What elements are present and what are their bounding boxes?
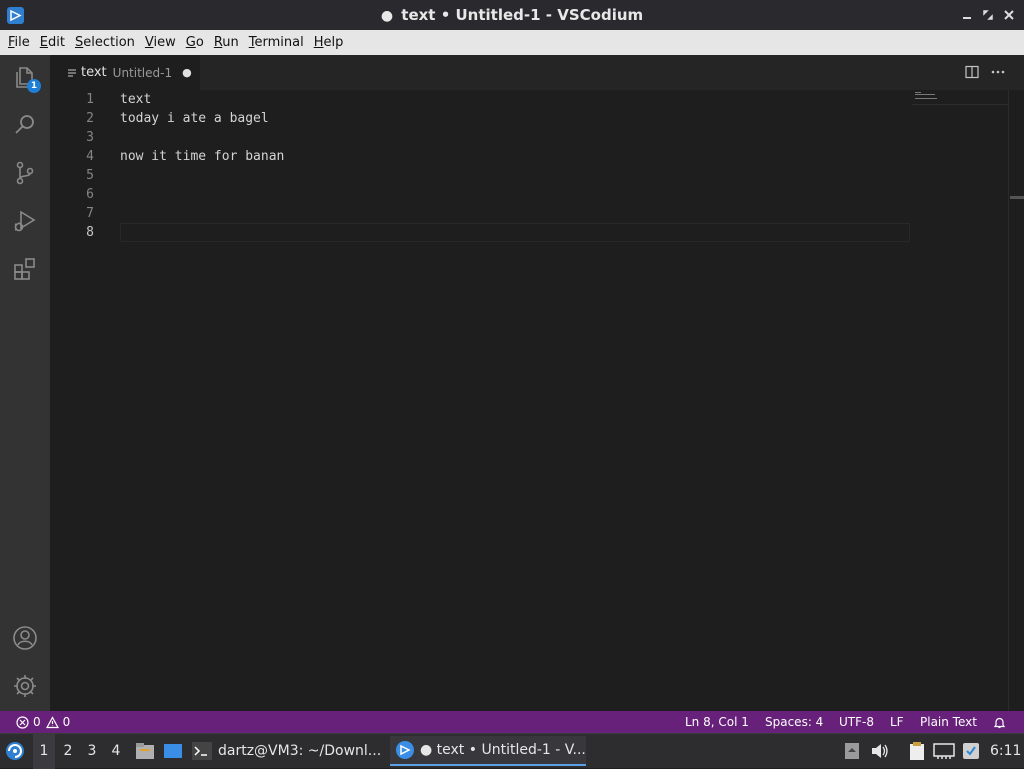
line-number: 1 (86, 92, 94, 107)
source-control-icon (12, 160, 38, 190)
workspace-1[interactable]: 1 (33, 734, 55, 769)
file-manager-icon[interactable] (134, 740, 156, 762)
line-number: 4 (86, 149, 94, 164)
tab-dirty-indicator[interactable]: ● (182, 66, 192, 79)
gear-icon (12, 673, 38, 703)
file-lines-icon (67, 68, 77, 78)
explorer-badge: 1 (27, 79, 41, 93)
taskbar-terminal[interactable]: dartz@VM3: ~/Downl... (192, 736, 382, 766)
maximize-icon[interactable] (980, 7, 996, 23)
problems-indicator[interactable]: 0 0 (16, 711, 70, 733)
workspace-3[interactable]: 3 (81, 734, 103, 769)
vscodium-app-icon (7, 7, 24, 24)
menu-help[interactable]: Help (309, 35, 349, 50)
menu-view[interactable]: View (140, 35, 181, 50)
tab-description: Untitled-1 (112, 65, 173, 80)
vscodium-icon (395, 740, 415, 760)
editor-tab-bar: text Untitled-1 ● (50, 55, 1024, 90)
taskbar: 1 2 3 4 dartz@VM3: ~/Downl... ● text • U… (0, 733, 1024, 769)
terminal-icon (192, 742, 212, 760)
window-title-text: text • Untitled-1 - VSCodium (401, 6, 644, 24)
extensions-icon (12, 256, 38, 286)
line-number: 6 (86, 187, 94, 202)
clock[interactable]: 6:11 (990, 734, 1021, 769)
warning-icon (45, 715, 59, 729)
clipboard-icon[interactable] (906, 740, 928, 762)
line-number-active: 8 (86, 225, 94, 240)
unsaved-dot: ● (380, 8, 394, 24)
notification-up-icon[interactable] (841, 740, 863, 762)
workspace-2[interactable]: 2 (57, 734, 79, 769)
editor-tab[interactable]: text Untitled-1 ● (50, 55, 200, 90)
volume-icon[interactable] (869, 740, 891, 762)
search-icon (12, 112, 38, 142)
current-line-highlight (120, 223, 910, 242)
code-line[interactable]: now it time for banan (120, 147, 284, 166)
updates-icon[interactable] (960, 740, 982, 762)
encoding[interactable]: UTF-8 (839, 711, 874, 733)
scrollbar-cursor-marker (1010, 196, 1024, 199)
error-count: 0 (33, 715, 41, 729)
title-bar: ● text • Untitled-1 - VSCodium (0, 0, 1024, 30)
network-icon[interactable] (933, 740, 955, 762)
accounts-button[interactable] (0, 616, 50, 664)
window-title: ● text • Untitled-1 - VSCodium (0, 0, 1024, 30)
code-line[interactable]: text (120, 90, 151, 109)
split-editor-icon[interactable] (964, 64, 982, 82)
run-debug-icon (12, 208, 38, 238)
status-bar: 0 0 Ln 8, Col 1 Spaces: 4 UTF-8 LF Plain… (0, 711, 1024, 733)
taskbar-vscodium[interactable]: ● text • Untitled-1 - V... (390, 736, 586, 766)
line-number: 3 (86, 130, 94, 145)
cursor-position[interactable]: Ln 8, Col 1 (685, 711, 749, 733)
minimize-icon[interactable] (959, 7, 975, 23)
search-button[interactable] (0, 103, 50, 151)
terminal-task-label: dartz@VM3: ~/Downl... (218, 743, 382, 759)
warning-count: 0 (62, 715, 71, 729)
code-line[interactable]: today i ate a bagel (120, 109, 269, 128)
minimap-line (915, 98, 937, 99)
source-control-button[interactable] (0, 151, 50, 199)
notifications-bell-icon[interactable] (993, 711, 1006, 733)
language-mode[interactable]: Plain Text (920, 711, 977, 733)
end-of-line[interactable]: LF (890, 711, 904, 733)
tab-label: text (81, 65, 107, 80)
line-number: 7 (86, 206, 94, 221)
minimap-line (915, 94, 935, 95)
minimap-line (915, 92, 921, 93)
workspace-4[interactable]: 4 (105, 734, 127, 769)
more-actions-icon[interactable] (990, 64, 1008, 82)
line-number: 2 (86, 111, 94, 126)
menu-edit[interactable]: Edit (35, 35, 70, 50)
line-number: 5 (86, 168, 94, 183)
account-icon (12, 625, 38, 655)
menu-bar: File Edit Selection View Go Run Terminal… (0, 30, 1024, 55)
desktop-icon[interactable] (162, 740, 184, 762)
start-menu-icon[interactable] (4, 740, 28, 762)
menu-selection[interactable]: Selection (70, 35, 140, 50)
activity-bar: 1 (0, 55, 50, 711)
close-icon[interactable] (1001, 7, 1017, 23)
error-icon (16, 715, 29, 729)
vertical-scrollbar[interactable] (1008, 90, 1024, 711)
run-debug-button[interactable] (0, 199, 50, 247)
minimap[interactable] (912, 90, 1008, 105)
explorer-button[interactable]: 1 (0, 55, 50, 103)
menu-file[interactable]: File (3, 35, 35, 50)
vscodium-task-label: ● text • Untitled-1 - V... (420, 742, 586, 758)
menu-terminal[interactable]: Terminal (244, 35, 309, 50)
menu-go[interactable]: Go (181, 35, 209, 50)
indentation[interactable]: Spaces: 4 (765, 711, 823, 733)
menu-run[interactable]: Run (209, 35, 244, 50)
manage-button[interactable] (0, 664, 50, 712)
editor-area[interactable]: 1 2 3 4 5 6 7 8 text today i ate a bagel… (50, 90, 1008, 711)
extensions-button[interactable] (0, 247, 50, 295)
